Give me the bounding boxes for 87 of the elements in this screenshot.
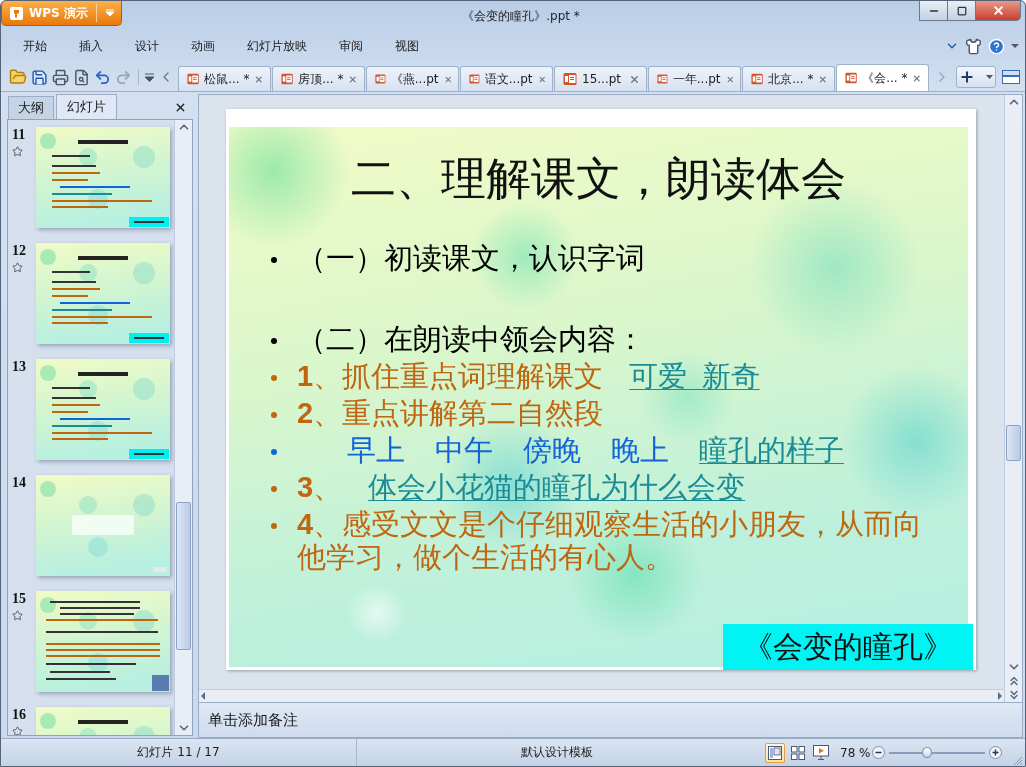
window-title: 《会变的瞳孔》.ppt * [462, 8, 580, 25]
restore-button[interactable] [947, 1, 976, 21]
scrollbar-thumb[interactable] [1006, 425, 1021, 461]
slide-number: 15 [12, 591, 26, 607]
template-name: 默认设计模板 [521, 744, 593, 761]
zoom-in-icon[interactable] [989, 746, 1002, 759]
slide-number: 12 [12, 243, 26, 259]
bullet-text: 1、抓住重点词理解课文 [297, 360, 604, 393]
restore-icon [956, 5, 967, 16]
slide-number: 16 [12, 707, 26, 723]
help-icon[interactable] [988, 37, 1005, 55]
caret-icon[interactable] [1011, 43, 1019, 49]
bullet-text: 3、 [297, 471, 343, 504]
view-button[interactable] [765, 742, 785, 763]
document-tab[interactable]: 《会... * [836, 64, 929, 91]
menu-item[interactable]: 幻灯片放映 [231, 37, 323, 55]
logo-icon [10, 6, 23, 20]
scroll-right-icon[interactable] [996, 692, 1004, 700]
menu-item[interactable]: 插入 [63, 37, 119, 55]
document-tab[interactable]: 《燕...pt [366, 66, 459, 91]
notes-field[interactable]: 单击添加备注 [198, 703, 1023, 738]
presentation-file-icon [281, 72, 294, 86]
bullet-text: 4、感受文文是个仔细观察生活的小朋友，从而向他学习，做个生活的有心人。 [297, 508, 924, 574]
slideshow-icon [813, 745, 829, 760]
print-icon[interactable] [52, 68, 69, 86]
slide-thumbnail-drawing[interactable] [36, 127, 170, 228]
footer-label: 《会变的瞳孔》 [723, 624, 973, 670]
normal-view-icon [768, 745, 782, 760]
document-tab[interactable]: 15...pt [554, 66, 647, 91]
resize-grip-icon[interactable] [1013, 756, 1023, 766]
document-tab[interactable]: 松鼠... * [178, 66, 271, 91]
scrollbar-thumb[interactable] [176, 502, 191, 650]
undo-icon[interactable] [94, 68, 111, 86]
caret-icon [103, 8, 117, 18]
term-text: 傍晚 [523, 434, 581, 467]
slide-number: 14 [12, 475, 26, 491]
document-tab[interactable]: 北京... * [742, 66, 835, 91]
close-icon[interactable] [174, 101, 187, 114]
bullet-text: （二）在朗读中领会内容： [297, 323, 645, 356]
presentation-file-icon [563, 72, 577, 86]
presentation-file-icon [469, 72, 480, 86]
panel-tab[interactable]: 幻灯片 [56, 94, 117, 119]
close-icon [991, 4, 1005, 17]
term-text: 早上 [347, 434, 405, 467]
document-tab[interactable]: 一年...pt [648, 66, 741, 91]
save-icon[interactable] [31, 68, 48, 86]
presentation-file-icon [375, 72, 386, 86]
view-button[interactable] [811, 742, 831, 763]
zoom-slider-thumb[interactable] [922, 746, 933, 758]
document-tab[interactable]: 房顶... * [272, 66, 365, 91]
windows-icon[interactable] [1002, 70, 1020, 84]
customize-toolbar-icon[interactable] [145, 72, 154, 82]
menu-item[interactable]: 视图 [379, 37, 435, 55]
open-folder-icon[interactable] [9, 68, 27, 86]
grid-view-icon [791, 745, 805, 760]
close-button[interactable] [975, 1, 1021, 21]
presentation-file-icon [187, 72, 200, 86]
slide-thumbnail-drawing[interactable] [36, 359, 170, 460]
slide-thumbnail-drawing[interactable] [36, 475, 170, 576]
presentation-file-icon [751, 72, 764, 86]
slide-number: 13 [12, 359, 26, 375]
bullet-text: （一）初读课文，认识字词 [297, 242, 645, 275]
slide-thumbnail-drawing[interactable] [36, 243, 170, 344]
bullet-text: 2、重点讲解第二自然段 [297, 397, 604, 430]
slide-counter: 幻灯片 11 / 17 [137, 744, 220, 761]
document-tab[interactable]: 语文...pt [460, 66, 553, 91]
scroll-left-icon[interactable] [199, 692, 207, 700]
menu-item[interactable]: 设计 [119, 37, 175, 55]
term-text: 晚上 [611, 434, 669, 467]
term-text: 中午 [435, 434, 493, 467]
minimize-button[interactable] [919, 1, 948, 21]
caret-icon [986, 74, 993, 80]
slide-title: 二、理解课文，朗读体会 [350, 153, 847, 206]
panel-tab[interactable]: 大纲 [8, 96, 54, 119]
presentation-file-icon [845, 71, 858, 85]
new-document-button[interactable] [956, 66, 996, 88]
presentation-file-icon [657, 72, 668, 86]
slide-thumbnail-drawing[interactable] [36, 591, 170, 692]
menu-item[interactable]: 动画 [175, 37, 231, 55]
menu-item[interactable]: 审阅 [323, 37, 379, 55]
plus-icon [959, 69, 975, 85]
print-preview-icon[interactable] [73, 68, 90, 86]
slide-number: 11 [12, 127, 26, 143]
menu-item[interactable]: 开始 [7, 37, 63, 55]
shirt-icon[interactable] [965, 37, 982, 55]
zoom-percentage: 78 % [840, 745, 872, 760]
zoom-out-icon[interactable] [872, 746, 885, 759]
